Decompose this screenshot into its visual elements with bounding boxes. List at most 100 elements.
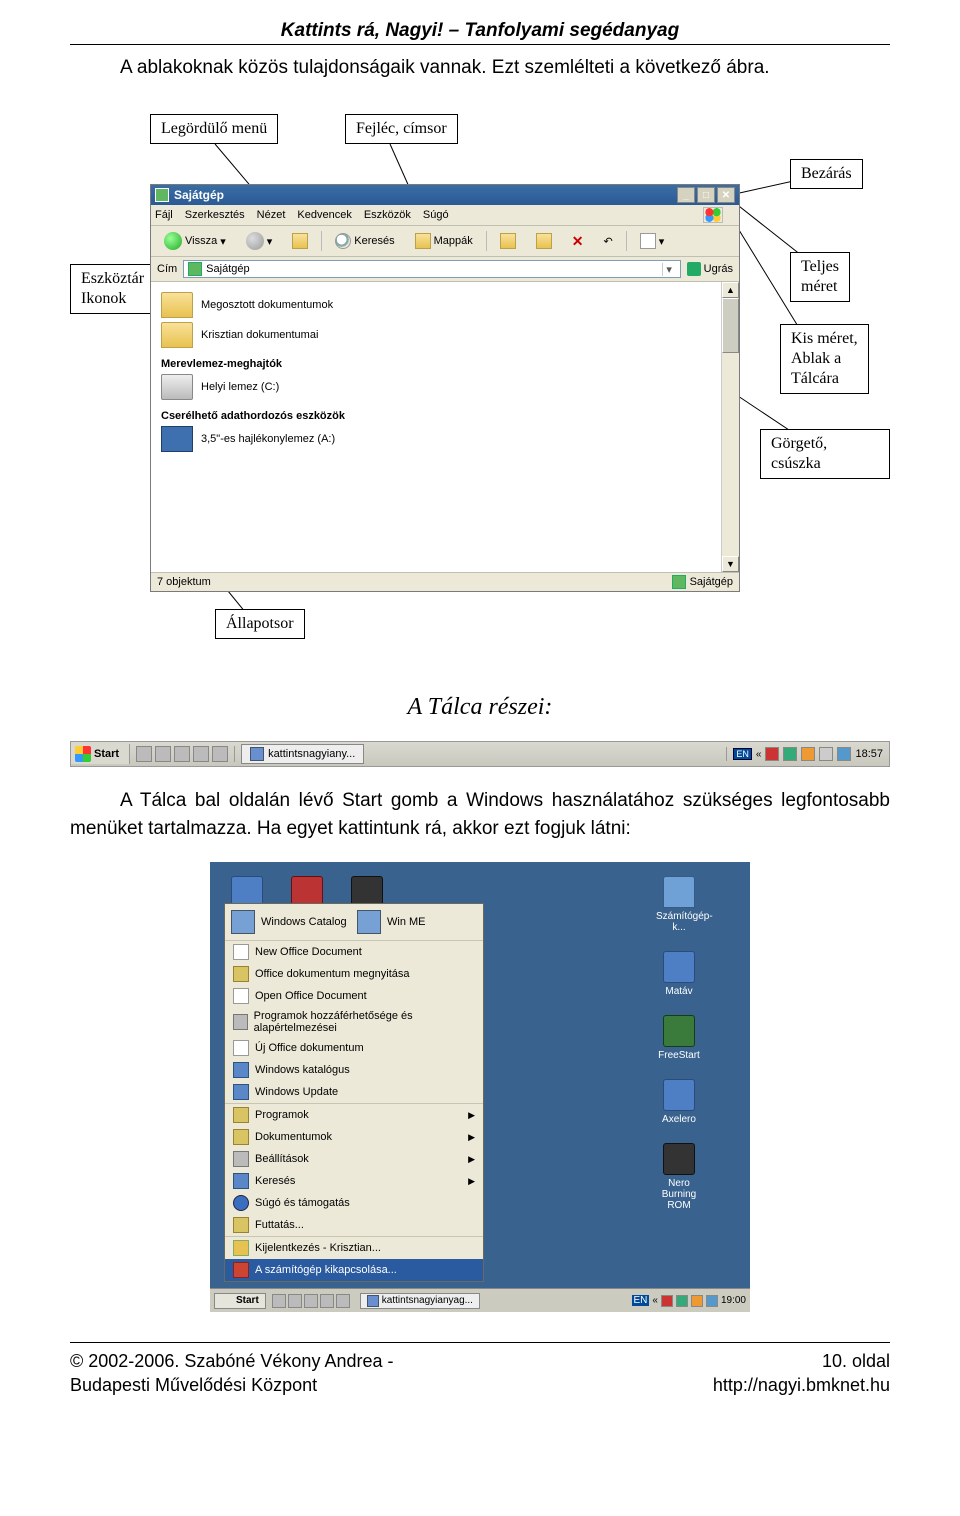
start-menu-item[interactable]: Programok▶ [225,1104,483,1126]
address-field[interactable]: Sajátgép ▾ [183,260,680,278]
tray-icon[interactable] [783,747,797,761]
start-menu-item[interactable]: Office dokumentum megnyitása [225,963,483,985]
start-menu-item[interactable]: Win ME [357,910,477,934]
ql-icon[interactable] [136,746,152,762]
ql-icon[interactable] [174,746,190,762]
views-button[interactable]: ▾ [633,230,672,252]
start-menu-item-highlight[interactable]: A számítógép kikapcsolása... [225,1259,483,1281]
tray-icon[interactable] [676,1295,688,1307]
start-menu-item[interactable]: Windows Update [225,1081,483,1103]
tray-expand-icon[interactable]: « [756,749,762,760]
ql-icon[interactable] [336,1294,350,1308]
list-item[interactable]: Helyi lemez (C:) [161,374,711,400]
floppy-icon [161,426,193,452]
windows-flag-icon [75,746,91,762]
ql-icon[interactable] [212,746,228,762]
scroll-down-button[interactable]: ▼ [722,556,739,572]
scroll-thumb[interactable] [722,298,739,353]
forward-button[interactable]: ▾ [239,229,280,253]
go-button[interactable]: Ugrás [687,262,733,276]
taskbar-task[interactable]: kattintsnagyiany... [241,744,364,764]
start-menu-item[interactable]: Windows katalógus [225,1059,483,1081]
language-indicator[interactable]: EN [632,1295,650,1306]
status-bar: 7 objektum Sajátgép [151,572,739,591]
start-button[interactable]: Start [71,744,130,764]
menu-favorites[interactable]: Kedvencek [297,209,351,221]
ql-icon[interactable] [155,746,171,762]
start-menu-item[interactable]: Új Office dokumentum [225,1037,483,1059]
start-menu-item[interactable]: Beállítások▶ [225,1148,483,1170]
scroll-up-button[interactable]: ▲ [722,282,739,298]
menu-file[interactable]: Fájl [155,209,173,221]
start-menu-item[interactable]: Kijelentkezés - Krisztian... [225,1237,483,1259]
language-indicator[interactable]: EN [733,748,752,760]
start-menu-item[interactable]: Keresés▶ [225,1170,483,1192]
tool-button-2[interactable] [529,230,559,252]
label-minimize: Kis méret, Ablak a Tálcára [780,324,869,394]
menu-tools[interactable]: Eszközök [364,209,411,221]
label-close: Bezárás [790,159,863,189]
start-menu-item[interactable]: Windows Catalog [231,910,351,934]
start-menu-item[interactable]: Súgó és támogatás [225,1192,483,1214]
tray-icon[interactable] [691,1295,703,1307]
tool-button-1[interactable] [493,230,523,252]
start-menu-item[interactable]: Dokumentumok▶ [225,1126,483,1148]
tray-icon[interactable] [801,747,815,761]
label-dropdown-menu: Legördülő menü [150,114,278,144]
menu-help[interactable]: Súgó [423,209,449,221]
list-item[interactable]: Krisztian dokumentumai [161,322,711,348]
ql-icon[interactable] [272,1294,286,1308]
scrollbar[interactable]: ▲ ▼ [721,282,739,572]
status-right: Sajátgép [690,576,733,588]
start-menu: Windows Catalog Win ME New Office Docume… [224,903,484,1282]
search-button[interactable]: Keresés [328,230,401,252]
tray-icon[interactable] [837,747,851,761]
list-item[interactable]: 3,5"-es hajlékonylemez (A:) [161,426,711,452]
start-button[interactable]: Start [214,1293,266,1309]
folders-icon [415,233,431,249]
delete-button[interactable]: ✕ [565,230,591,253]
tray-expand-icon[interactable]: « [652,1295,658,1306]
maximize-button[interactable]: □ [697,187,715,203]
taskbar-task[interactable]: kattintsnagyianyag... [360,1293,480,1309]
tray-icon[interactable] [661,1295,673,1307]
app-icon [663,951,695,983]
start-menu-item[interactable]: New Office Document [225,941,483,963]
undo-button[interactable]: ↶ [597,232,620,251]
menu-edit[interactable]: Szerkesztés [185,209,245,221]
tray-icon[interactable] [706,1295,718,1307]
address-dropdown-icon[interactable]: ▾ [662,263,676,276]
gear-icon [233,1014,248,1030]
back-icon [164,232,182,250]
forward-icon [246,232,264,250]
desktop-icon[interactable]: Matáv [656,951,702,997]
minimize-button[interactable]: _ [677,187,695,203]
ql-icon[interactable] [304,1294,318,1308]
ql-icon[interactable] [193,746,209,762]
nero-icon [663,1143,695,1175]
tray-icon[interactable] [819,747,833,761]
close-button[interactable]: ✕ [717,187,735,203]
back-button[interactable]: Vissza ▾ [157,229,233,253]
ql-icon[interactable] [320,1294,334,1308]
desktop-icon[interactable]: Axelero [656,1079,702,1125]
list-item[interactable]: Megosztott dokumentumok [161,292,711,318]
explorer-window: Sajátgép _ □ ✕ Fájl Szerkesztés Nézet Ke… [150,184,740,592]
menu-bar: Fájl Szerkesztés Nézet Kedvencek Eszközö… [151,205,739,226]
start-menu-item[interactable]: Open Office Document [225,985,483,1007]
scroll-track[interactable] [722,353,739,556]
page: Kattints rá, Nagyi! – Tanfolyami segédan… [0,0,960,1418]
ql-icon[interactable] [288,1294,302,1308]
start-menu-item[interactable]: Futtatás... [225,1214,483,1236]
desktop-icon[interactable]: FreeStart [656,1015,702,1061]
start-menu-item[interactable]: Programok hozzáférhetősége és alapértelm… [225,1007,483,1037]
label-titlebar: Fejléc, címsor [345,114,458,144]
desktop-icon[interactable]: Nero Burning ROM [656,1143,702,1211]
desktop-icon[interactable]: Számítógép-k... [656,876,702,933]
folders-button[interactable]: Mappák [408,230,480,252]
tray-icon[interactable] [765,747,779,761]
up-button[interactable] [285,230,315,252]
address-label: Cím [157,263,177,275]
titlebar[interactable]: Sajátgép _ □ ✕ [151,185,739,205]
menu-view[interactable]: Nézet [257,209,286,221]
